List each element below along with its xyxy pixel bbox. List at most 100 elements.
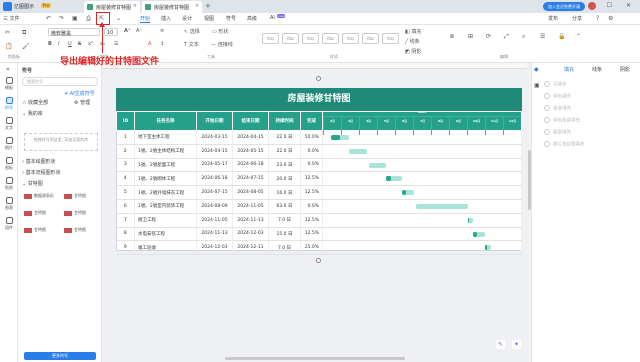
- symbol-search-input[interactable]: 搜索符号: [22, 77, 98, 86]
- window-controls[interactable]: – ☐ ✕: [590, 2, 637, 9]
- lock-icon[interactable]: 🔒: [558, 33, 565, 40]
- line-spacing-icon[interactable]: ↕: [160, 41, 164, 47]
- library-drop-zone[interactable]: 拖拽符号到这里, 添加至我的库: [24, 133, 98, 151]
- rail-text[interactable]: 文字: [0, 117, 18, 131]
- gantt-symbol[interactable]: 甘特图: [24, 210, 58, 220]
- font-size-select[interactable]: 10: [104, 28, 118, 36]
- gantt-section-row[interactable]: ⌄ 甘特图: [22, 180, 43, 187]
- share-button[interactable]: 分享: [572, 15, 582, 22]
- fill-option-picture[interactable]: 图片或纹理填充: [544, 141, 585, 148]
- style-preset[interactable]: Abc: [302, 33, 319, 44]
- table-row[interactable]: 1 地下室主体工程 2024-03-15 2024-04-15 22.0 日 50.0%: [116, 130, 522, 145]
- collapse-panel-icon[interactable]: «: [6, 66, 10, 73]
- manage-button[interactable]: ⚙ 管理: [74, 99, 90, 106]
- new-tab-button[interactable]: +: [205, 2, 211, 10]
- gantt-symbol[interactable]: 甘特图: [24, 227, 58, 237]
- gantt-bar[interactable]: [402, 190, 415, 196]
- style-preset[interactable]: Abc: [342, 33, 359, 44]
- layers-icon[interactable]: ☰: [540, 33, 545, 40]
- more-icon[interactable]: ⌄: [116, 15, 121, 22]
- rail-symbols[interactable]: 符号: [0, 97, 18, 111]
- gantt-bar[interactable]: [348, 148, 367, 154]
- member-button[interactable]: 加入会员免费开通: [543, 2, 585, 11]
- underline-icon[interactable]: U: [68, 41, 72, 47]
- rail-templates[interactable]: 模板: [0, 77, 18, 91]
- more-symbols-button[interactable]: 更多符号: [24, 352, 96, 360]
- undo-icon[interactable]: ↶: [46, 15, 51, 22]
- rail-stickers[interactable]: 贴纸: [0, 177, 18, 191]
- select-tool[interactable]: ↖ 选择: [184, 28, 200, 35]
- style-preset[interactable]: Abc: [282, 33, 299, 44]
- document-tab-active[interactable]: 房屋装修甘特图 ×: [142, 1, 202, 13]
- rail-components[interactable]: 组件: [0, 217, 18, 231]
- strikethrough-icon[interactable]: S: [78, 41, 81, 47]
- menu-symbols[interactable]: 符号: [226, 15, 236, 22]
- font-family-select[interactable]: 微软雅黑: [48, 28, 100, 37]
- italic-icon[interactable]: I: [58, 41, 59, 47]
- gantt-bar[interactable]: [386, 176, 403, 182]
- superscript-icon[interactable]: x²: [88, 41, 93, 47]
- shape-tool[interactable]: ▭ 形状: [212, 28, 228, 35]
- text-tool[interactable]: T 文本: [184, 41, 199, 48]
- basic-flow-row[interactable]: › 基本流程图形状: [22, 169, 61, 176]
- gantt-symbol[interactable]: 甘特图: [64, 227, 98, 237]
- gantt-bar[interactable]: [416, 203, 468, 209]
- file-menu[interactable]: 三 文件: [3, 15, 20, 22]
- format-panel-icon[interactable]: ◆: [534, 66, 539, 73]
- tab-fill[interactable]: 填充: [564, 66, 574, 73]
- menu-design[interactable]: 设计: [182, 15, 192, 22]
- table-row[interactable]: 3 1號、2號屋面工程 2024-05-17 2024-06-18 23.0 日 0.0%: [116, 158, 522, 173]
- gantt-bar[interactable]: [485, 245, 492, 251]
- menu-view[interactable]: 视图: [204, 15, 214, 22]
- page-style-icon[interactable]: ▣: [534, 82, 540, 89]
- style-preset[interactable]: Abc: [322, 33, 339, 44]
- table-row[interactable]: 8 水电安装工程 2024-11-13 2024-12-03 15.0 日 12.5%: [116, 227, 522, 242]
- rail-charts[interactable]: 图表: [0, 197, 18, 211]
- basic-shapes-row[interactable]: › 基本绘图形状: [22, 158, 56, 165]
- cut-icon[interactable]: ✂: [5, 29, 10, 36]
- copy-icon[interactable]: ⧉: [22, 29, 26, 37]
- style-preset[interactable]: Abc: [262, 33, 279, 44]
- shadow-button[interactable]: ◩ 阴影: [405, 48, 421, 55]
- menu-insert[interactable]: 插入: [161, 15, 171, 22]
- rail-icons[interactable]: 图标: [0, 157, 18, 171]
- rail-images[interactable]: 图片: [0, 137, 18, 151]
- table-row[interactable]: 5 1號、2號外墙抹灰工程 2024-07-15 2024-08-05 16.0 日 12…: [116, 185, 522, 200]
- save-icon[interactable]: ▣: [72, 15, 78, 22]
- line-button[interactable]: ╱ 线条: [405, 38, 420, 45]
- rotate-icon[interactable]: ⟳: [486, 33, 491, 40]
- arrange-icon[interactable]: ⧈: [450, 33, 454, 41]
- my-library-row[interactable]: ⌄ 我的库: [22, 110, 43, 117]
- menu-ai[interactable]: AI: [270, 15, 275, 21]
- collapse-ribbon-icon[interactable]: ⌃: [576, 33, 581, 40]
- table-row[interactable]: 7 厨卫工程 2024-11-05 2024-11-13 7.0 日 12.5%: [116, 213, 522, 228]
- redo-icon[interactable]: ↷: [59, 15, 64, 22]
- gantt-table[interactable]: ID 任务名称 开始日期 结束日期 持续时间 完成 2024 2月 3月 4月 5月 6…: [116, 110, 522, 256]
- group-icon[interactable]: ⊞: [468, 33, 473, 40]
- favorites-row[interactable]: ☆ 收藏全部: [22, 99, 48, 106]
- tab-line[interactable]: 线条: [592, 66, 602, 73]
- fill-option-pattern[interactable]: 图案填充: [544, 129, 571, 136]
- table-row[interactable]: 6 1號、2號室内装饰工程 2024-08-09 2024-11-05 63.0 日 0.…: [116, 199, 522, 214]
- fill-option-gradient[interactable]: 渐变填充: [544, 105, 571, 112]
- menu-advanced[interactable]: 高级: [247, 15, 257, 22]
- table-row[interactable]: 9 竣工验收 2024-12-03 2024-12-11 7.0 日 25.0%: [116, 240, 522, 256]
- format-painter-icon[interactable]: 🖌: [22, 43, 30, 50]
- table-row[interactable]: 4 1號、2號砌体工程 2024-06-18 2024-07-15 20.0 日 12.5…: [116, 171, 522, 187]
- fill-option-none[interactable]: 无填充: [544, 81, 567, 88]
- connector-tool[interactable]: ⌐ 连接线: [212, 41, 233, 48]
- fill-option-solid[interactable]: 单色填充: [544, 93, 571, 100]
- find-replace-icon[interactable]: ⌕: [522, 33, 525, 41]
- decrease-font-icon[interactable]: A⁻: [136, 28, 142, 34]
- print-icon[interactable]: ⎙: [86, 15, 91, 23]
- horizontal-scrollbar[interactable]: [225, 357, 405, 360]
- size-icon[interactable]: ⤢: [504, 33, 509, 41]
- help-icon[interactable]: ?: [596, 15, 599, 22]
- document-tab[interactable]: 房屋装修甘特图 ×: [84, 1, 140, 13]
- publish-button[interactable]: 发布: [548, 15, 558, 22]
- vertical-scrollbar[interactable]: [528, 150, 531, 210]
- gantt-bar[interactable]: [330, 135, 349, 140]
- gantt-symbol[interactable]: 数据源条形: [24, 193, 58, 203]
- ai-draw-icon[interactable]: ✦: [512, 340, 521, 349]
- increase-font-icon[interactable]: A⁺: [124, 28, 131, 34]
